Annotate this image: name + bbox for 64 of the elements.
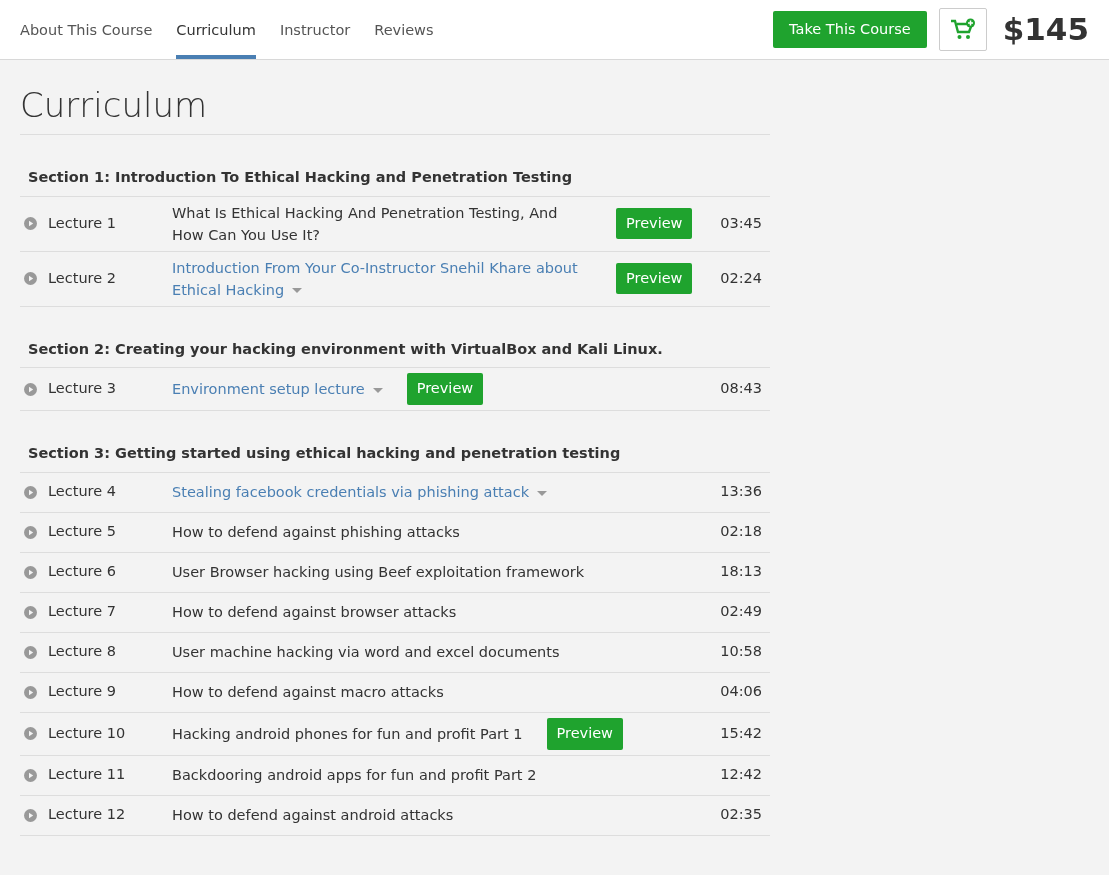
play-icon: [24, 768, 37, 782]
lecture-title-link[interactable]: Stealing facebook credentials via phishing attack: [172, 481, 548, 504]
lecture-duration: 08:43: [720, 379, 762, 399]
course-price: $145: [1002, 10, 1089, 50]
play-icon: [24, 217, 37, 231]
lecture-duration: 02:49: [720, 602, 762, 622]
lecture-title: User Browser hacking using Beef exploitation framework: [172, 563, 585, 583]
lecture-title-link[interactable]: Introduction From Your Co-Instructor Snehil Khare about Ethical Hacking: [172, 256, 592, 301]
nav-tab[interactable]: Curriculum: [176, 2, 256, 59]
lecture-duration: 02:35: [720, 805, 762, 825]
lecture-number: Lecture 12: [48, 805, 127, 825]
play-icon: [24, 808, 37, 822]
lecture-duration: 04:06: [720, 682, 762, 702]
lecture-number: Lecture 10: [48, 723, 127, 743]
cart-plus-icon: [949, 17, 976, 42]
play-icon: [24, 272, 37, 286]
lecture-number: Lecture 11: [48, 765, 127, 785]
play-icon: [24, 565, 37, 579]
play-icon: [24, 485, 37, 499]
lecture-duration: 02:24: [720, 268, 762, 288]
section-title: Section 3: Getting started using ethical hacking and penetration testing: [20, 411, 770, 473]
take-course-button[interactable]: Take This Course: [773, 10, 927, 49]
lecture-number: Lecture 8: [48, 642, 117, 662]
lecture-duration: 18:13: [720, 562, 762, 582]
lecture-duration: 15:42: [720, 723, 762, 743]
play-icon: [24, 645, 37, 659]
add-to-cart-button[interactable]: [938, 8, 987, 51]
lecture-title: Backdooring android apps for fun and profit Part 2: [172, 766, 537, 786]
lecture-number: Lecture 6: [48, 562, 117, 582]
nav-tab[interactable]: Instructor: [279, 2, 351, 59]
nav-tab[interactable]: Reviews: [374, 2, 434, 59]
lecture-title: What Is Ethical Hacking And Penetration Testing, And How Can You Use It?: [172, 203, 559, 245]
section-title: Section 2: Creating your hacking environment with VirtualBox and Kali Linux.: [20, 306, 770, 369]
lecture-duration: 10:58: [720, 642, 762, 662]
preview-button[interactable]: Preview: [406, 373, 484, 406]
lecture-number: Lecture 4: [48, 482, 117, 502]
lecture-number: Lecture 9: [48, 682, 117, 702]
lecture-duration: 02:18: [720, 522, 762, 542]
play-icon: [24, 727, 37, 741]
curriculum-heading: Curriculum: [20, 60, 770, 135]
lecture-duration: 12:42: [720, 765, 762, 785]
lecture-title: How to defend against phishing attacks: [172, 523, 460, 543]
section-title: Section 1: Introduction To Ethical Hacking and Penetration Testing: [20, 134, 770, 197]
lecture-title: How to defend against browser attacks: [172, 603, 457, 623]
lecture-title: How to defend against android attacks: [172, 806, 454, 826]
lecture-title: User machine hacking via word and excel documents: [172, 643, 560, 663]
play-icon: [24, 605, 37, 619]
lecture-number: Lecture 2: [48, 268, 117, 288]
lecture-number: Lecture 7: [48, 602, 117, 622]
preview-button[interactable]: Preview: [546, 717, 623, 750]
preview-button[interactable]: Preview: [616, 207, 693, 240]
lecture-duration: 13:36: [720, 482, 762, 502]
play-icon: [24, 685, 37, 699]
preview-button[interactable]: Preview: [616, 262, 693, 295]
lecture-title: Hacking android phones for fun and profit Part 1: [172, 724, 523, 744]
lecture-number: Lecture 3: [48, 379, 117, 399]
lecture-number: Lecture 5: [48, 522, 117, 542]
lecture-number: Lecture 1: [48, 213, 117, 233]
lecture-duration: 03:45: [720, 213, 762, 233]
play-icon: [24, 382, 37, 396]
lecture-title-link[interactable]: Environment setup lecture: [172, 378, 383, 401]
play-icon: [24, 525, 37, 539]
lecture-title: How to defend against macro attacks: [172, 683, 444, 703]
nav-tab[interactable]: About This Course: [20, 2, 153, 59]
